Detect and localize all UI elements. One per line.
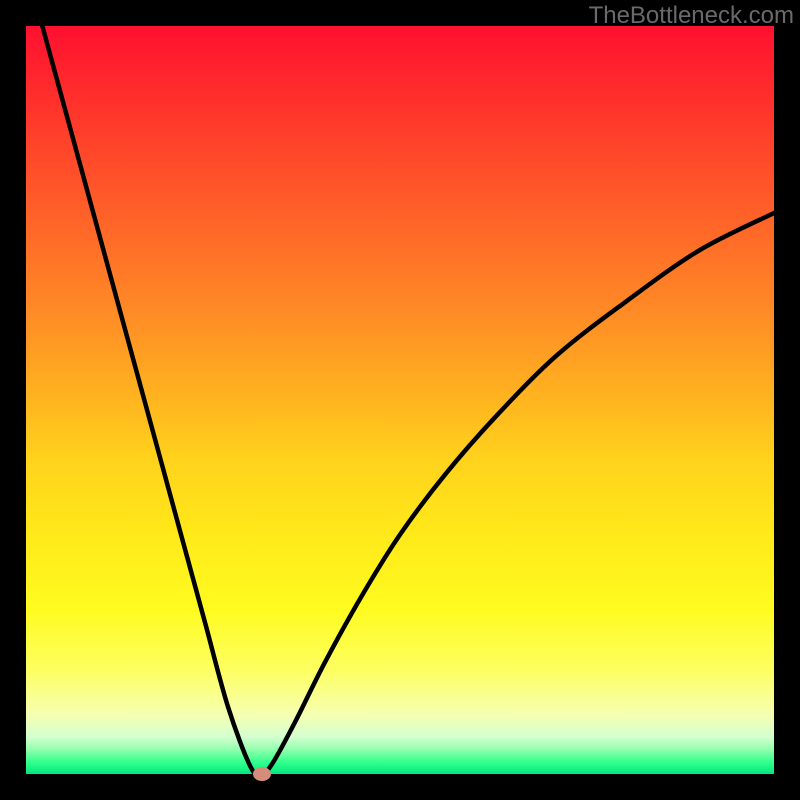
chart-frame: TheBottleneck.com [0,0,800,800]
plot-area [26,26,774,774]
watermark-text: TheBottleneck.com [589,2,794,30]
bottleneck-curve [26,26,774,774]
optimal-point-marker [253,767,271,781]
